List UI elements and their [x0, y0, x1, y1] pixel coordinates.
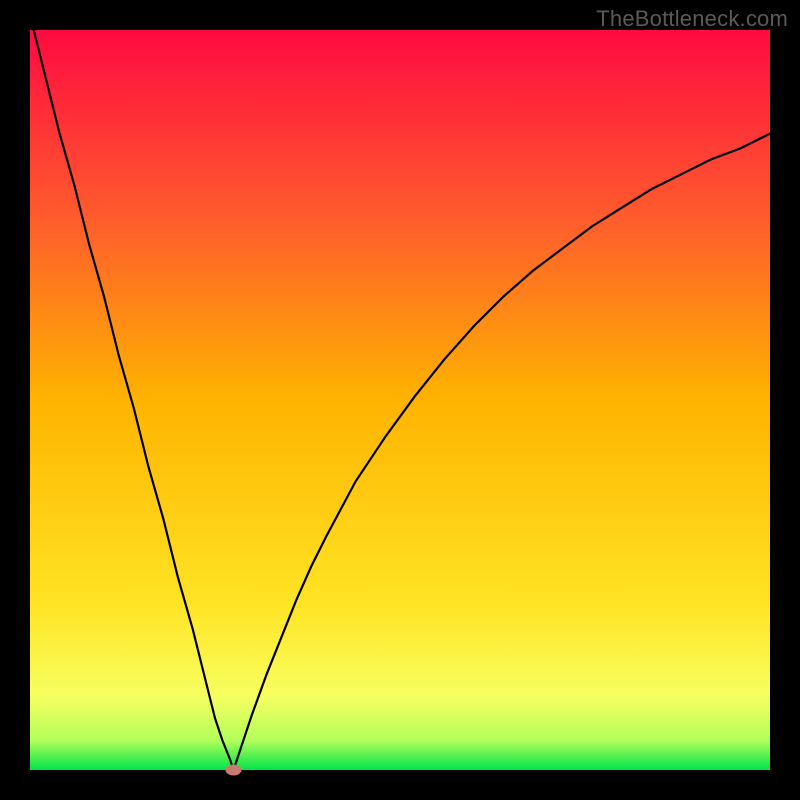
vertex-marker: [226, 765, 242, 776]
watermark-text: TheBottleneck.com: [596, 6, 788, 32]
plot-background: [30, 30, 770, 770]
bottleneck-chart: [0, 0, 800, 800]
chart-container: TheBottleneck.com: [0, 0, 800, 800]
